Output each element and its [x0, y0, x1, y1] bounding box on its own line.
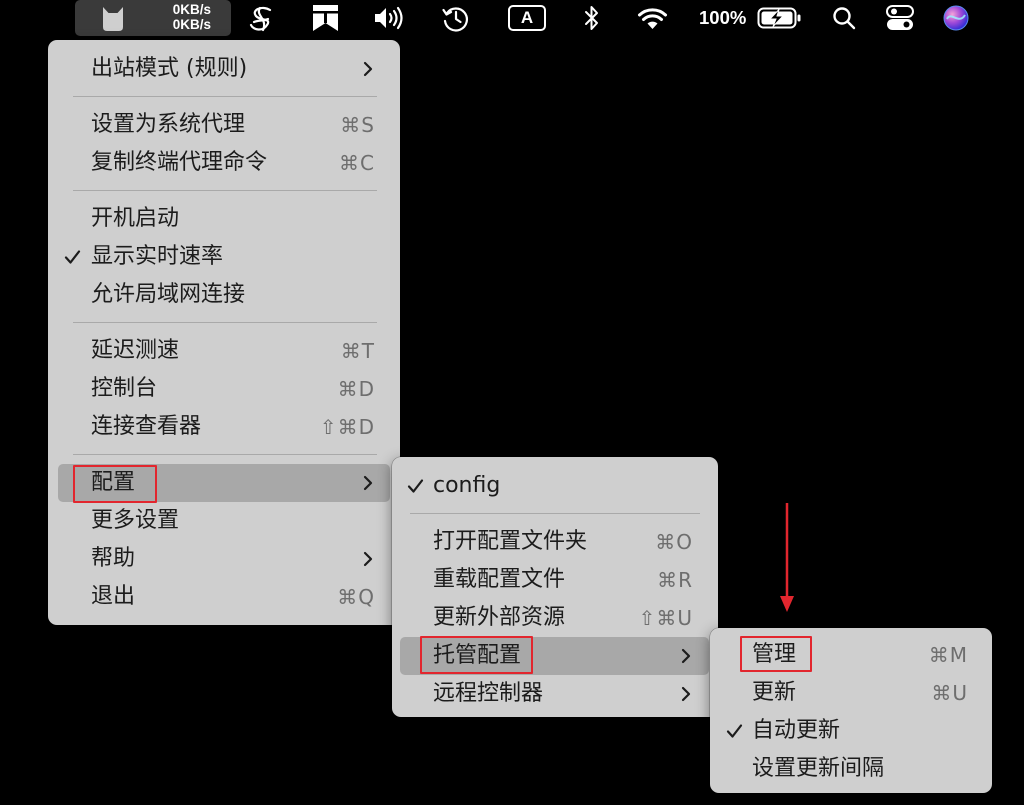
keyboard-shortcut: ⌘T [340, 339, 375, 363]
spotlight-search-icon[interactable] [832, 6, 856, 30]
menu-item-help[interactable]: 帮助 [58, 540, 390, 578]
menu-item-update-external-resources[interactable]: 更新外部资源 ⇧⌘U [400, 599, 709, 637]
menu-item-label: 重载配置文件 [433, 567, 566, 592]
menu-item-connection-viewer[interactable]: 连接查看器 ⇧⌘D [58, 408, 390, 446]
chevron-right-icon [681, 648, 691, 664]
menu-item-config-profile[interactable]: config [400, 467, 709, 505]
menu-item-label: 显示实时速率 [91, 244, 224, 269]
battery-charging-icon[interactable] [757, 7, 802, 29]
time-machine-icon[interactable] [442, 5, 469, 32]
chevron-right-icon [363, 551, 373, 567]
menu-item-launch-at-login[interactable]: 开机启动 [58, 200, 390, 238]
menu-item-open-config-folder[interactable]: 打开配置文件夹 ⌘O [400, 523, 709, 561]
menu-item-label: 控制台 [91, 376, 158, 401]
download-speed: 0KB/s [172, 16, 211, 32]
menu-item-label: 更新外部资源 [433, 605, 566, 630]
menu-item-label: 设置为系统代理 [91, 112, 246, 137]
annotation-box [420, 636, 533, 674]
menu-item-remote-controller[interactable]: 远程控制器 [400, 675, 709, 713]
menu-separator [58, 182, 390, 200]
chevron-right-icon [363, 61, 373, 77]
wifi-icon[interactable] [637, 7, 668, 30]
input-source-icon[interactable]: A [508, 5, 546, 31]
keyboard-shortcut: ⌘C [339, 151, 375, 175]
menu-item-update[interactable]: 更新 ⌘U [719, 674, 983, 712]
menu-separator [58, 88, 390, 106]
menu-item-label: 连接查看器 [91, 414, 202, 439]
keyboard-shortcut: ⌘M [928, 643, 968, 667]
menu-item-quit[interactable]: 退出 ⌘Q [58, 578, 390, 616]
menu-separator [58, 446, 390, 464]
menu-item-label: 远程控制器 [433, 681, 544, 706]
network-speed: 0KB/s 0KB/s [155, 2, 211, 32]
battery-percentage[interactable]: 100% [699, 6, 746, 30]
keyboard-shortcut: ⌘D [337, 377, 375, 401]
menu-item-label: 退出 [91, 584, 136, 609]
annotation-box [740, 636, 812, 672]
menu-item-label: 帮助 [91, 546, 136, 571]
chevron-right-icon [681, 686, 691, 702]
menu-separator [400, 505, 709, 523]
bluetooth-icon[interactable] [583, 5, 601, 31]
keyboard-shortcut: ⌘U [931, 681, 968, 705]
checkmark-icon [64, 250, 81, 264]
menu-item-label: 复制终端代理命令 [91, 150, 268, 175]
menu-item-label: 允许局域网连接 [91, 282, 246, 307]
volume-icon[interactable] [373, 6, 407, 30]
menu-bar: 0KB/s 0KB/s A 100% [0, 0, 1024, 36]
keyboard-shortcut: ⌘R [657, 568, 693, 592]
swirl-s-icon[interactable] [247, 5, 277, 33]
menu-item-update-interval[interactable]: 设置更新间隔 [719, 750, 983, 788]
menu-item-auto-update[interactable]: 自动更新 [719, 712, 983, 750]
keyboard-shortcut: ⌘Q [337, 585, 375, 609]
menu-item-label: 开机启动 [91, 206, 180, 231]
bookmark-app-icon[interactable] [312, 4, 339, 32]
menu-item-latency-test[interactable]: 延迟测速 ⌘T [58, 332, 390, 370]
menu-item-more-settings[interactable]: 更多设置 [58, 502, 390, 540]
checkmark-icon [407, 479, 424, 493]
menu-item-label: 延迟测速 [91, 338, 180, 363]
keyboard-shortcut: ⌘S [340, 113, 375, 137]
menu-item-label: 打开配置文件夹 [433, 529, 588, 554]
menu-item-label: 更多设置 [91, 508, 180, 533]
menu-item-label: 更新 [752, 680, 797, 705]
menu-item-copy-terminal-proxy-command[interactable]: 复制终端代理命令 ⌘C [58, 144, 390, 182]
annotation-down-arrow-icon [780, 503, 794, 612]
menu-separator [58, 314, 390, 332]
menu-item-reload-config[interactable]: 重载配置文件 ⌘R [400, 561, 709, 599]
keyboard-shortcut: ⌘O [655, 530, 693, 554]
checkmark-icon [726, 724, 743, 738]
control-center-icon[interactable] [886, 5, 914, 31]
menu-item-label: config [433, 473, 501, 498]
clashx-cat-icon [103, 7, 123, 31]
annotation-box [73, 465, 157, 503]
menu-item-show-network-speed[interactable]: 显示实时速率 [58, 238, 390, 276]
upload-speed: 0KB/s [172, 2, 211, 17]
clashx-status-item[interactable]: 0KB/s 0KB/s [75, 0, 231, 36]
keyboard-shortcut: ⇧⌘U [638, 606, 693, 630]
keyboard-shortcut: ⇧⌘D [319, 415, 375, 439]
menu-item-label: 出站模式 (规则) [91, 56, 248, 81]
menu-item-set-system-proxy[interactable]: 设置为系统代理 ⌘S [58, 106, 390, 144]
menu-item-outbound-mode[interactable]: 出站模式 (规则) [58, 50, 390, 88]
menu-item-label: 自动更新 [752, 718, 841, 743]
siri-icon[interactable] [943, 5, 969, 31]
config-submenu: config 打开配置文件夹 ⌘O 重载配置文件 ⌘R 更新外部资源 ⇧⌘U 托… [392, 457, 718, 717]
clashx-main-menu: 出站模式 (规则) 设置为系统代理 ⌘S 复制终端代理命令 ⌘C 开机启动 显示… [48, 40, 400, 625]
menu-item-dashboard[interactable]: 控制台 ⌘D [58, 370, 390, 408]
menu-item-label: 设置更新间隔 [752, 756, 885, 781]
menu-item-allow-lan[interactable]: 允许局域网连接 [58, 276, 390, 314]
chevron-right-icon [363, 475, 373, 491]
